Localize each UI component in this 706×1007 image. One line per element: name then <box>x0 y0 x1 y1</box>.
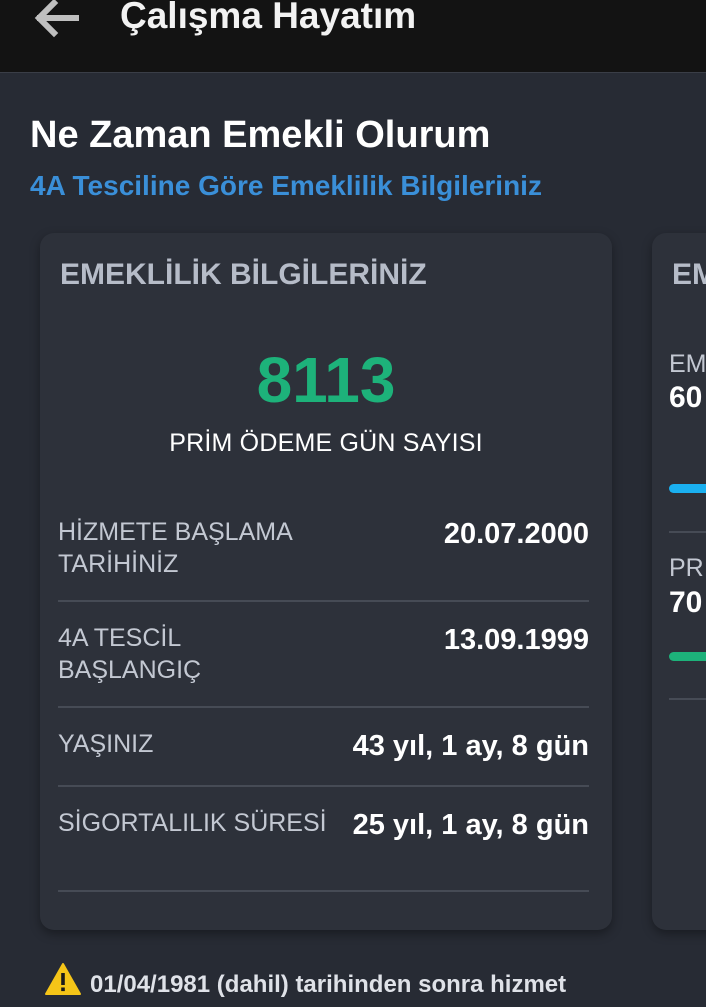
info-value: 13.09.1999 <box>443 624 589 656</box>
app-title: Çalışma Hayatım <box>120 0 417 36</box>
info-value: 20.07.2000 <box>443 518 589 550</box>
premium-days-label: PRİM ÖDEME GÜN SAYISI <box>169 429 483 457</box>
app-bar: Çalışma Hayatım <box>0 0 706 73</box>
side-item-label: EM <box>669 350 706 378</box>
info-label: HİZMETE BAŞLAMA TARİHİNİZ <box>58 518 292 578</box>
info-value: 25 yıl, 1 ay, 8 gün <box>352 809 589 841</box>
side-item-value: 60 <box>669 381 703 414</box>
info-label: 4A TESCİL BAŞLANGIÇ <box>58 624 202 684</box>
info-label: YAŞINIZ <box>58 730 154 758</box>
card-title: EMEKLİLİK BİLGİLERİNİZ <box>60 258 427 291</box>
row-divider <box>58 785 589 787</box>
side-divider <box>669 698 706 700</box>
side-progress-bar <box>669 652 706 661</box>
side-item-label: PR <box>669 554 704 582</box>
page-subtitle: 4A Tesciline Göre Emeklilik Bilgileriniz <box>30 170 542 201</box>
row-divider <box>58 706 589 708</box>
info-row-age: YAŞINIZ 43 yıl, 1 ay, 8 gün <box>58 728 589 768</box>
arrow-left-icon <box>34 0 79 38</box>
info-row-insurance-duration: SİGORTALILIK SÜRESİ 25 yıl, 1 ay, 8 gün <box>58 807 589 877</box>
warning-icon <box>45 963 81 995</box>
info-row-registration-start: 4A TESCİL BAŞLANGIÇ 13.09.1999 <box>58 622 589 692</box>
side-divider <box>669 531 706 533</box>
info-label: SİGORTALILIK SÜRESİ <box>58 809 327 837</box>
side-item-value: 70 <box>669 586 703 619</box>
side-card-title: EM <box>672 258 706 291</box>
side-progress-bar <box>669 484 706 493</box>
premium-days-count: 8113 <box>256 344 396 416</box>
info-row-service-start: HİZMETE BAŞLAMA TARİHİNİZ 20.07.2000 <box>58 516 589 586</box>
row-divider <box>58 890 589 892</box>
page-title: Ne Zaman Emekli Olurum <box>30 114 491 156</box>
info-value: 43 yıl, 1 ay, 8 gün <box>352 730 589 762</box>
back-button[interactable] <box>30 0 82 44</box>
row-divider <box>58 600 589 602</box>
notice-text: 01/04/1981 (dahil) tarihinden sonra hizm… <box>90 971 567 998</box>
screen: Çalışma Hayatım Ne Zaman Emekli Olurum 4… <box>0 0 706 1007</box>
